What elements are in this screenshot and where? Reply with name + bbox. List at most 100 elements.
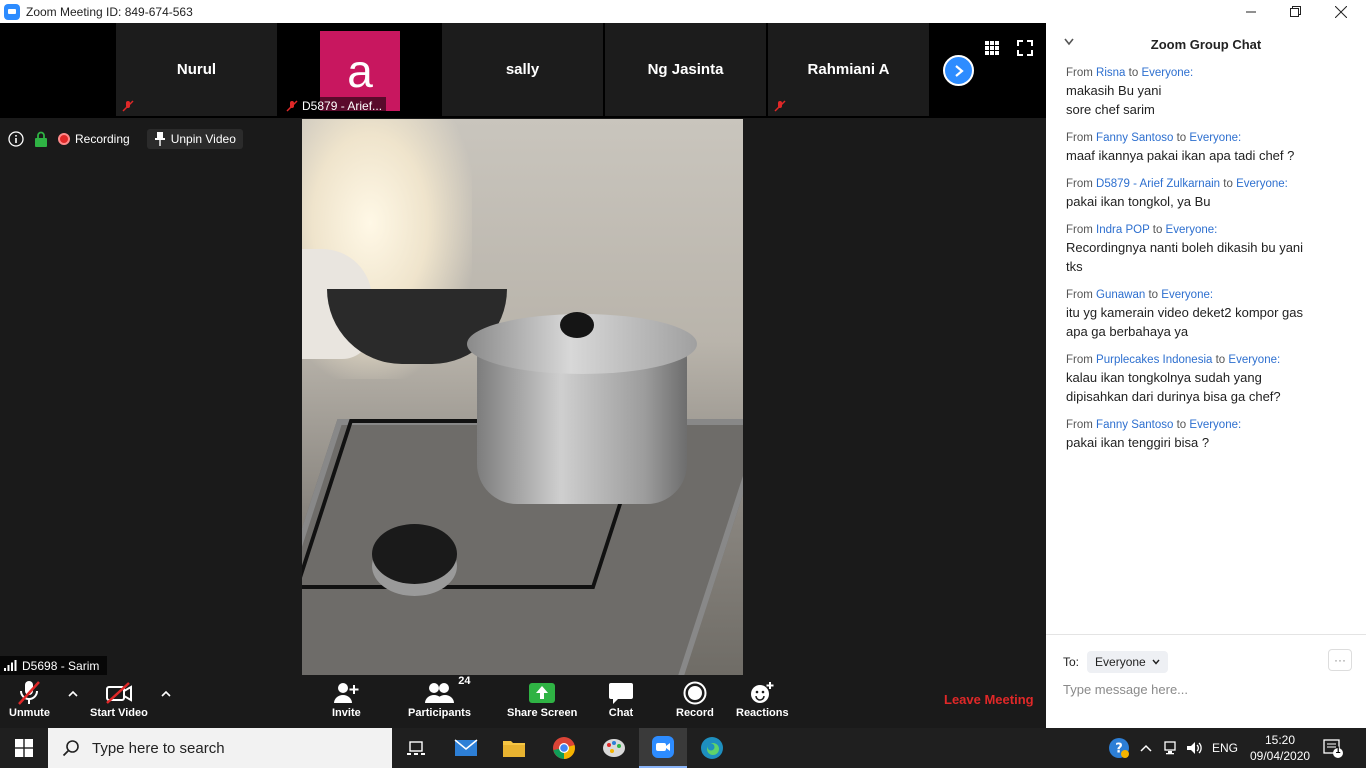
chat-message: From Purplecakes Indonesia to Everyone: k… [1066,352,1346,406]
volume-button[interactable] [1186,728,1204,768]
close-button[interactable] [1318,0,1364,23]
taskbar-paint-app[interactable] [590,728,638,768]
sender-name[interactable]: D5879 - Arief Zulkarnain [1096,178,1220,190]
active-speaker-video [302,119,743,675]
record-button[interactable]: Record [676,679,714,719]
to-label: to [1148,289,1159,301]
to-label: To: [1063,655,1080,669]
notification-count: 1 [1335,745,1341,755]
fullscreen-icon[interactable] [1016,39,1034,57]
unmute-button[interactable]: Unmute [9,679,50,719]
sender-name[interactable]: Fanny Santoso [1096,419,1173,431]
chevron-up-icon[interactable] [68,689,78,699]
invite-button[interactable]: Invite [332,679,361,719]
participant-thumb[interactable]: sally [442,23,603,116]
recipient-select[interactable]: Everyone [1087,651,1168,673]
task-view-button[interactable] [392,728,440,768]
close-icon [1335,5,1347,18]
participant-name: Ng Jasinta [647,61,724,78]
start-video-button[interactable]: Start Video [90,679,148,719]
chat-message: From Indra POP to Everyone: Recordingnya … [1066,222,1346,276]
chat-title: Zoom Group Chat [1150,36,1262,52]
sender-name[interactable]: Risna [1096,67,1125,79]
to-label: to [1215,354,1226,366]
action-center-button[interactable]: 1 [1322,728,1344,768]
window-title: Zoom Meeting ID: 849-674-563 [26,4,193,19]
taskbar-zoom-app[interactable] [639,728,687,768]
participant-name: D5879 - Arief... [282,97,387,115]
recipient-row: To: Everyone [1063,651,1168,673]
from-label: From [1066,419,1093,431]
from-label: From [1066,354,1093,366]
leave-meeting-button[interactable]: Leave Meeting [944,692,1034,707]
more-options-button[interactable]: ··· [1328,649,1352,671]
zoom-app-icon [4,3,20,20]
help-icon[interactable]: ? [1108,737,1130,759]
participant-name: Rahmiani A [807,61,890,78]
participant-thumb[interactable]: Nurul [116,23,277,116]
gallery-view-icon[interactable] [983,39,1001,57]
chat-message-text: pakai ikan tenggiri bisa ? [1066,435,1210,450]
chat-message-text: dipisahkan dari durinya bisa ga chef? [1066,389,1281,404]
taskbar-edge-app[interactable] [688,728,736,768]
sender-name[interactable]: Purplecakes Indonesia [1096,354,1212,366]
show-hidden-icons-button[interactable] [1140,728,1152,768]
recording-indicator[interactable]: Recording [58,129,137,149]
chat-button[interactable]: Chat [608,679,634,719]
recipient-name: Everyone: [1165,224,1218,236]
taskbar-mail-app[interactable] [442,728,490,768]
encryption-lock-icon[interactable] [34,131,48,147]
minimize-icon [1246,11,1256,12]
sender-name[interactable]: Fanny Santoso [1096,132,1173,144]
participants-button[interactable]: 24 Participants [408,675,471,719]
from-label: From [1066,178,1093,190]
next-page-button[interactable] [943,55,974,86]
sender-name[interactable]: Indra POP [1096,224,1150,236]
chat-message-meta: From Risna to Everyone: [1066,65,1346,81]
muted-mic-icon [18,681,41,705]
taskbar-search-box[interactable]: Type here to search [48,728,392,768]
chat-message: From Fanny Santoso to Everyone: maaf ikan… [1066,130,1346,165]
restore-button[interactable] [1272,0,1318,23]
to-label: to [1176,419,1187,431]
chat-message-text: kalau ikan tongkolnya sudah yang [1066,370,1262,385]
taskbar-clock[interactable]: 15:20 09/04/2020 [1250,732,1310,764]
taskbar-chrome[interactable] [540,728,588,768]
add-user-icon [334,683,359,703]
system-tray: ? [1108,728,1130,768]
network-button[interactable] [1162,728,1178,768]
chat-header: Zoom Group Chat [1046,23,1366,65]
recipient-name: Everyone: [1161,289,1214,301]
minimize-button[interactable] [1228,0,1274,23]
title-bar: Zoom Meeting ID: 849-674-563 [0,0,1366,23]
taskbar-file-explorer[interactable] [490,728,538,768]
from-label: From [1066,224,1093,236]
start-button[interactable] [0,728,48,768]
share-screen-button[interactable]: Share Screen [507,679,577,719]
chat-message-input[interactable] [1063,679,1343,699]
participant-thumb[interactable]: Ng Jasinta [605,23,766,116]
windows-taskbar: Type here to search ? ENG 15:20 09/04/20… [0,728,1366,768]
signal-strength-icon [4,660,17,671]
chat-message: From Risna to Everyone: makasih Bu yani so… [1066,65,1346,119]
muted-mic-icon [286,100,298,112]
meeting-info-bar: Recording Unpin Video [8,128,243,150]
chevron-down-icon[interactable] [1064,38,1074,46]
chat-message-text: tks [1066,259,1083,274]
chevron-up-icon[interactable] [161,689,171,699]
share-screen-icon [529,683,556,703]
muted-mic-icon [774,100,786,112]
chat-message-meta: From Purplecakes Indonesia to Everyone: [1066,352,1346,368]
reactions-button[interactable]: Reactions [736,679,789,719]
speaker-icon [1187,742,1202,754]
chat-message-text: pakai ikan tongkol, ya Bu [1066,194,1211,209]
participant-thumb[interactable]: Rahmiani A [768,23,929,116]
from-label: From [1066,132,1093,144]
language-indicator[interactable]: ENG [1212,728,1238,768]
pin-icon [154,132,165,146]
sender-name[interactable]: Gunawan [1096,289,1145,301]
unpin-video-button[interactable]: Unpin Video [146,129,243,149]
chat-message-text: Recordingnya nanti boleh dikasih bu yani [1066,240,1304,255]
chat-message-text: sore chef sarim [1066,102,1155,117]
info-icon[interactable] [8,131,24,147]
